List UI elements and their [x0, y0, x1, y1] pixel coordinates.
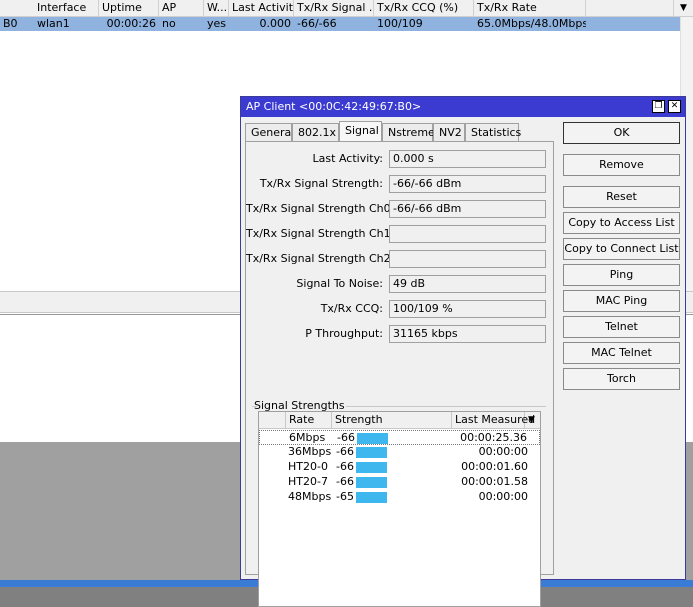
cell-mac: B0 — [3, 17, 18, 30]
last-measured-cell: 00:00:01.58 — [461, 475, 528, 488]
registration-table-header: Interface Uptime AP W... Last Activit...… — [0, 0, 693, 17]
strength-bar — [356, 447, 387, 458]
tab-nstreme[interactable]: Nstreme — [382, 123, 435, 142]
cell-wds: yes — [207, 17, 227, 30]
strength-bar — [357, 433, 388, 444]
cell-signal: -66/-66 — [297, 17, 337, 30]
strength-cell: -66 — [336, 460, 354, 473]
torch-button[interactable]: Torch — [563, 368, 680, 390]
column-header-signal[interactable]: Tx/Rx Signal ... — [294, 0, 374, 17]
signal-strength-ch1-label: Tx/Rx Signal Strength Ch1: — [246, 227, 395, 240]
signal-to-noise-label: Signal To Noise: — [296, 277, 383, 290]
throughput-label: P Throughput: — [305, 327, 383, 340]
rate-cell: HT20-0 — [288, 460, 328, 473]
strength-bar — [356, 492, 387, 503]
ok-button[interactable]: OK — [563, 122, 680, 144]
chevron-down-icon[interactable]: ▼ — [525, 412, 540, 429]
table-row[interactable]: 6Mbps -66 00:00:25.36 — [259, 430, 540, 445]
copy-to-access-list-button[interactable]: Copy to Access List — [563, 212, 680, 234]
ap-client-dialog: AP Client <00:0C:42:49:67:B0> ❐ ✕ Genera… — [240, 96, 686, 607]
column-header-strength[interactable]: Strength — [332, 412, 452, 429]
strength-cell: -66 — [336, 445, 354, 458]
cell-last-activity: 0.000 — [259, 17, 292, 30]
strength-cell: -65 — [336, 490, 354, 503]
last-measured-cell: 00:00:00 — [478, 445, 528, 458]
cell-ap: no — [162, 17, 176, 30]
table-row[interactable]: HT20-7 -66 00:00:01.58 — [259, 475, 540, 490]
telnet-button[interactable]: Telnet — [563, 316, 680, 338]
column-header-interface[interactable]: Interface — [34, 0, 99, 17]
rate-cell: 48Mbps — [288, 490, 332, 503]
signal-strengths-header: Rate Strength Last Measured ▼ — [259, 412, 540, 429]
cell-uptime: 00:00:26 — [106, 17, 156, 30]
signal-strength-ch1-value — [389, 225, 546, 243]
close-icon[interactable]: ✕ — [668, 100, 681, 113]
remove-button[interactable]: Remove — [563, 154, 680, 176]
table-row[interactable]: B0 wlan1 00:00:26 no yes 0.000 -66/-66 1… — [0, 17, 680, 31]
ping-button[interactable]: Ping — [563, 264, 680, 286]
rate-cell: HT20-7 — [288, 475, 328, 488]
signal-strength-label: Tx/Rx Signal Strength: — [259, 177, 383, 190]
column-header-ccq[interactable]: Tx/Rx CCQ (%) — [374, 0, 474, 17]
last-measured-cell: 00:00:25.36 — [460, 431, 527, 444]
signal-strength-value: -66/-66 dBm — [389, 175, 546, 193]
tab-statistics[interactable]: Statistics — [465, 123, 521, 142]
copy-to-connect-list-button[interactable]: Copy to Connect List — [563, 238, 680, 260]
signal-strength-ch0-label: Tx/Rx Signal Strength Ch0: — [246, 202, 395, 215]
column-header-rate[interactable]: Rate — [286, 412, 332, 429]
table-row[interactable]: 36Mbps -66 00:00:00 — [259, 445, 540, 460]
column-header-blank — [259, 412, 286, 429]
last-measured-cell: 00:00:01.60 — [461, 460, 528, 473]
last-activity-value: 0.000 s — [389, 150, 546, 168]
chevron-down-icon[interactable]: ▼ — [673, 0, 693, 17]
throughput-value: 31165 kbps — [389, 325, 546, 343]
signal-panel: Last Activity: 0.000 s Tx/Rx Signal Stre… — [245, 141, 554, 607]
strength-cell: -66 — [337, 431, 355, 444]
ccq-label: Tx/Rx CCQ: — [320, 302, 383, 315]
tab-nv2[interactable]: NV2 — [433, 123, 465, 142]
rate-cell: 6Mbps — [289, 431, 326, 444]
tab-general[interactable]: General — [245, 123, 294, 142]
cell-rate: 65.0Mbps/48.0Mbps — [477, 17, 586, 30]
last-measured-cell: 00:00:00 — [478, 490, 528, 503]
column-header-rate[interactable]: Tx/Rx Rate — [474, 0, 586, 17]
signal-to-noise-value: 49 dB — [389, 275, 546, 293]
dialog-title: AP Client <00:0C:42:49:67:B0> — [246, 100, 422, 113]
signal-strength-ch2-value — [389, 250, 546, 268]
cell-interface: wlan1 — [37, 17, 70, 30]
ccq-value: 100/109 % — [389, 300, 546, 318]
table-row[interactable]: 48Mbps -65 00:00:00 — [259, 490, 540, 505]
reset-button[interactable]: Reset — [563, 186, 680, 208]
last-activity-label: Last Activity: — [312, 152, 383, 165]
dialog-titlebar[interactable]: AP Client <00:0C:42:49:67:B0> ❐ ✕ — [241, 97, 685, 117]
column-header-last-activity[interactable]: Last Activit... — [229, 0, 294, 17]
column-header-last-measured[interactable]: Last Measured — [452, 412, 535, 429]
column-header-uptime[interactable]: Uptime — [99, 0, 159, 17]
tab-8021x[interactable]: 802.1x — [292, 123, 339, 142]
strength-bar — [356, 462, 387, 473]
tab-signal[interactable]: Signal — [339, 121, 382, 142]
cell-ccq: 100/109 — [377, 17, 423, 30]
rate-cell: 36Mbps — [288, 445, 332, 458]
mac-telnet-button[interactable]: MAC Telnet — [563, 342, 680, 364]
groupbox-line — [346, 406, 546, 407]
signal-strength-ch2-label: Tx/Rx Signal Strength Ch2: — [246, 252, 395, 265]
mac-ping-button[interactable]: MAC Ping — [563, 290, 680, 312]
signal-strength-ch0-value: -66/-66 dBm — [389, 200, 546, 218]
restore-icon[interactable]: ❐ — [652, 100, 665, 113]
column-header-ap[interactable]: AP — [159, 0, 204, 17]
strength-cell: -66 — [336, 475, 354, 488]
column-header-wds[interactable]: W... — [204, 0, 229, 17]
signal-strengths-table: Rate Strength Last Measured ▼ 6Mbps -66 … — [258, 411, 541, 607]
strength-bar — [356, 477, 387, 488]
table-row[interactable]: HT20-0 -66 00:00:01.60 — [259, 460, 540, 475]
